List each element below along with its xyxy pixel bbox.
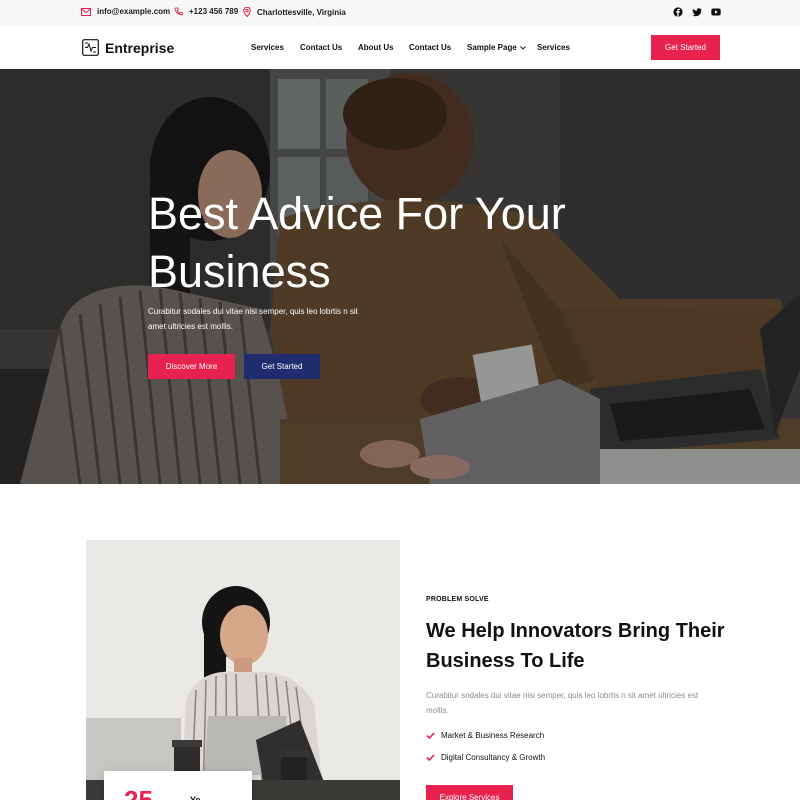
main-navigation: Entreprise Services Contact Us About Us … — [0, 25, 800, 69]
phone-text: +123 456 789 — [189, 7, 239, 16]
stat-label: Ye — [190, 795, 201, 800]
checklist-label: Digital Consultancy & Growth — [441, 753, 546, 762]
explore-services-button[interactable]: Explore Services — [426, 785, 513, 800]
checklist-item: Market & Business Research — [426, 731, 544, 740]
phone-icon — [174, 7, 183, 16]
section-eyebrow: PROBLEM SOLVE — [426, 596, 489, 603]
woman-at-desk-image — [86, 540, 400, 800]
nav-contact-us[interactable]: Contact Us — [300, 43, 342, 52]
nav-sample-page[interactable]: Sample Page — [467, 43, 526, 52]
section-title: We Help Innovators Bring Their Business … — [426, 620, 725, 672]
check-icon — [426, 732, 435, 739]
hero-section: Best Advice For Your Business Curabitur … — [0, 69, 800, 484]
phone-contact[interactable]: +123 456 789 — [174, 7, 238, 16]
logo-icon — [82, 39, 99, 56]
about-image — [86, 540, 400, 800]
map-pin-icon — [243, 7, 251, 17]
hero-get-started-button[interactable]: Get Started — [244, 354, 320, 379]
section-description: Curabitur sodales dui vitae nisi semper,… — [426, 691, 699, 715]
nav-services[interactable]: Services — [251, 43, 284, 52]
twitter-icon[interactable] — [691, 6, 703, 18]
get-started-button[interactable]: Get Started — [651, 35, 720, 60]
top-bar: info@example.com +123 456 789 Charlottes… — [0, 0, 800, 25]
logo-text: Entreprise — [105, 39, 175, 56]
hero-description: Curabitur sodales dui vitae nisi semper,… — [148, 307, 358, 331]
checklist-item: Digital Consultancy & Growth — [426, 753, 545, 762]
location-text: Charlottesville, Virginia — [257, 7, 346, 17]
email-text: info@example.com — [97, 7, 171, 16]
location-contact: Charlottesville, Virginia — [243, 7, 346, 17]
chevron-down-icon — [519, 45, 526, 50]
check-icon — [426, 754, 435, 761]
mail-icon — [81, 7, 91, 16]
site-logo[interactable]: Entreprise — [82, 39, 174, 56]
facebook-icon[interactable] — [672, 6, 684, 18]
stat-number: 25 — [124, 785, 153, 800]
discover-more-button[interactable]: Discover More — [148, 354, 235, 379]
nav-about-us[interactable]: About Us — [358, 43, 394, 52]
experience-stat-card: 25 Ye — [104, 771, 252, 800]
nav-contact-us-2[interactable]: Contact Us — [409, 43, 451, 52]
hero-title: Best Advice For Your Business — [148, 188, 566, 297]
checklist-label: Market & Business Research — [441, 731, 545, 740]
youtube-icon[interactable] — [710, 6, 722, 18]
nav-services-2[interactable]: Services — [537, 43, 570, 52]
email-contact[interactable]: info@example.com — [81, 7, 170, 16]
nav-sample-page-label: Sample Page — [467, 43, 517, 52]
